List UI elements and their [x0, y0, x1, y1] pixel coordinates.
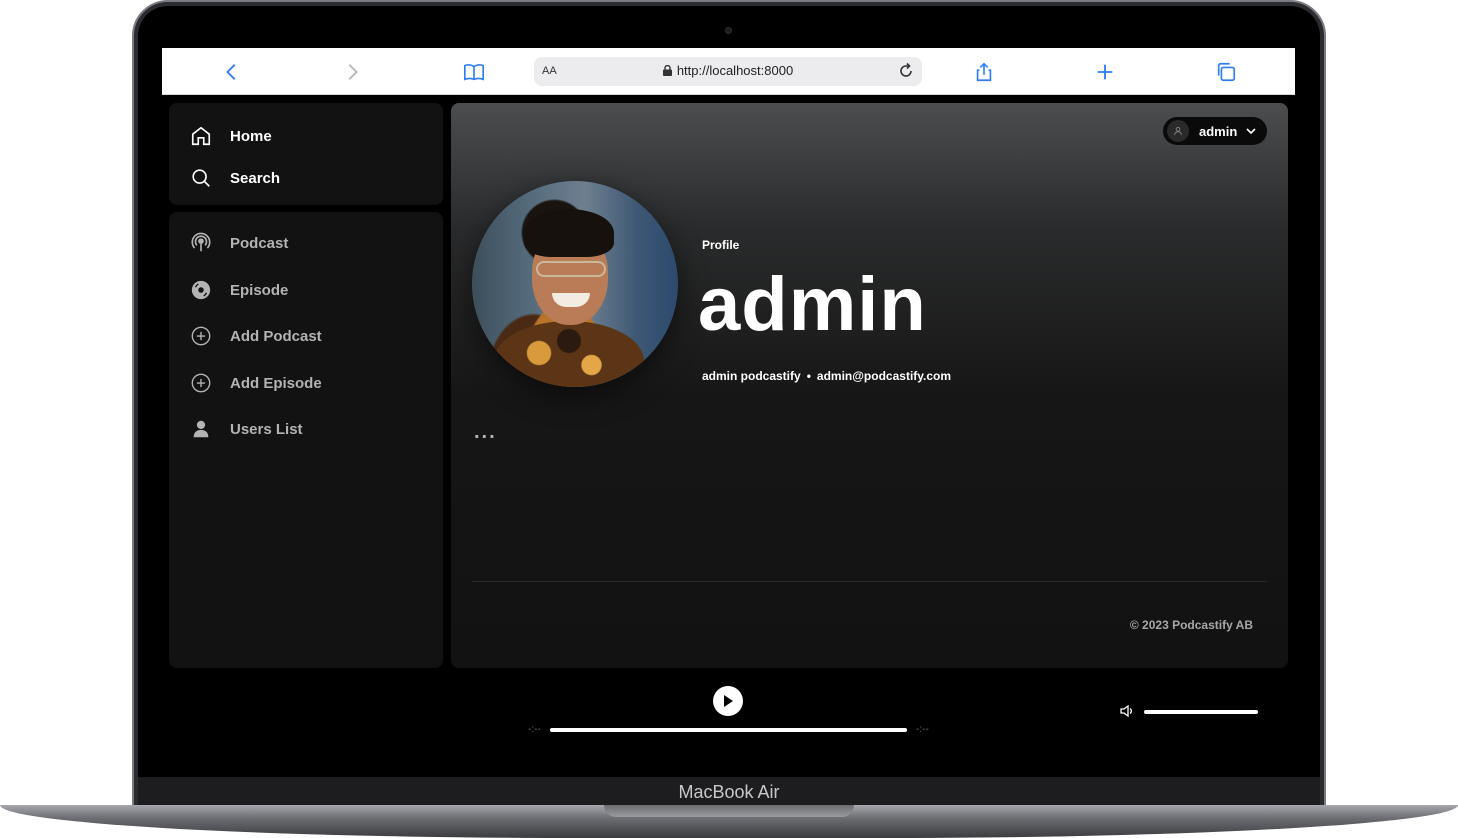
sidebar-item-label: Add Episode: [230, 374, 322, 392]
user-icon: [190, 418, 212, 440]
device-label: MacBook Air: [678, 782, 780, 802]
sidebar-item-episode[interactable]: Episode: [190, 276, 288, 304]
sidebar-item-label: Episode: [230, 281, 289, 299]
new-tab-icon[interactable]: [1093, 60, 1117, 84]
reload-icon[interactable]: [896, 61, 916, 81]
forward-icon[interactable]: [340, 60, 364, 84]
sidebar-item-add-episode[interactable]: Add Episode: [190, 369, 322, 397]
episode-icon: [190, 279, 212, 301]
footer-divider: [472, 581, 1267, 582]
play-button[interactable]: [713, 686, 743, 716]
browser-toolbar: AA http://localhost:8000: [162, 48, 1295, 95]
sidebar-item-podcast[interactable]: Podcast: [190, 229, 288, 257]
play-icon: [724, 695, 733, 707]
profile-email: admin@podcastify.com: [816, 369, 952, 383]
remaining-time: -:--: [916, 724, 929, 735]
sidebar-item-label: Users List: [230, 420, 303, 438]
more-options-button[interactable]: ...: [474, 421, 497, 444]
user-menu-button[interactable]: admin: [1163, 117, 1267, 145]
address-bar[interactable]: AA http://localhost:8000: [534, 57, 922, 86]
lock-icon: [662, 65, 672, 76]
bookmarks-icon[interactable]: [462, 60, 486, 84]
sidebar-item-label: Search: [230, 169, 281, 187]
sidebar-nav: Home Search: [169, 103, 443, 205]
profile-type-label: Profile: [702, 238, 740, 252]
sidebar-item-label: Add Podcast: [230, 327, 322, 345]
copyright-text: © 2023 Podcastify AB: [1129, 618, 1253, 632]
profile-avatar: [472, 181, 678, 387]
share-icon[interactable]: [972, 60, 996, 84]
camera-icon: [725, 27, 732, 34]
back-icon[interactable]: [220, 60, 244, 84]
volume-slider[interactable]: [1144, 710, 1258, 714]
user-avatar-icon: [1167, 120, 1189, 142]
podcast-icon: [190, 232, 212, 254]
profile-full-name: admin podcastify: [702, 369, 801, 383]
search-icon: [190, 167, 212, 189]
sidebar-item-search[interactable]: Search: [190, 164, 280, 192]
playback-progress-bar[interactable]: [550, 728, 907, 732]
chevron-down-icon: [1245, 125, 1257, 137]
profile-meta: admin podcastify • admin@podcastify.com: [702, 369, 951, 383]
url-text: http://localhost:8000: [676, 63, 794, 78]
home-icon: [190, 125, 212, 147]
sidebar-item-users-list[interactable]: Users List: [190, 415, 303, 443]
meta-separator: •: [806, 369, 811, 383]
sidebar-item-add-podcast[interactable]: Add Podcast: [190, 322, 322, 350]
sidebar-library: Podcast Episode Add Podcast Add Episode …: [169, 212, 443, 668]
add-circle-icon: [190, 372, 212, 394]
user-menu-label: admin: [1199, 123, 1238, 139]
laptop-notch: [604, 805, 854, 817]
volume-icon[interactable]: [1119, 703, 1135, 719]
sidebar-item-label: Home: [230, 127, 272, 145]
tabs-icon[interactable]: [1214, 60, 1238, 84]
add-circle-icon: [190, 325, 212, 347]
screen: AA http://localhost:8000 Home Search Pod…: [162, 48, 1295, 756]
profile-main: admin Profile admin admin podcastify • adm…: [451, 103, 1288, 668]
sidebar-item-label: Podcast: [230, 234, 289, 252]
elapsed-time: -:--: [528, 724, 541, 735]
sidebar-item-home[interactable]: Home: [190, 122, 272, 150]
profile-name: admin: [698, 262, 927, 347]
